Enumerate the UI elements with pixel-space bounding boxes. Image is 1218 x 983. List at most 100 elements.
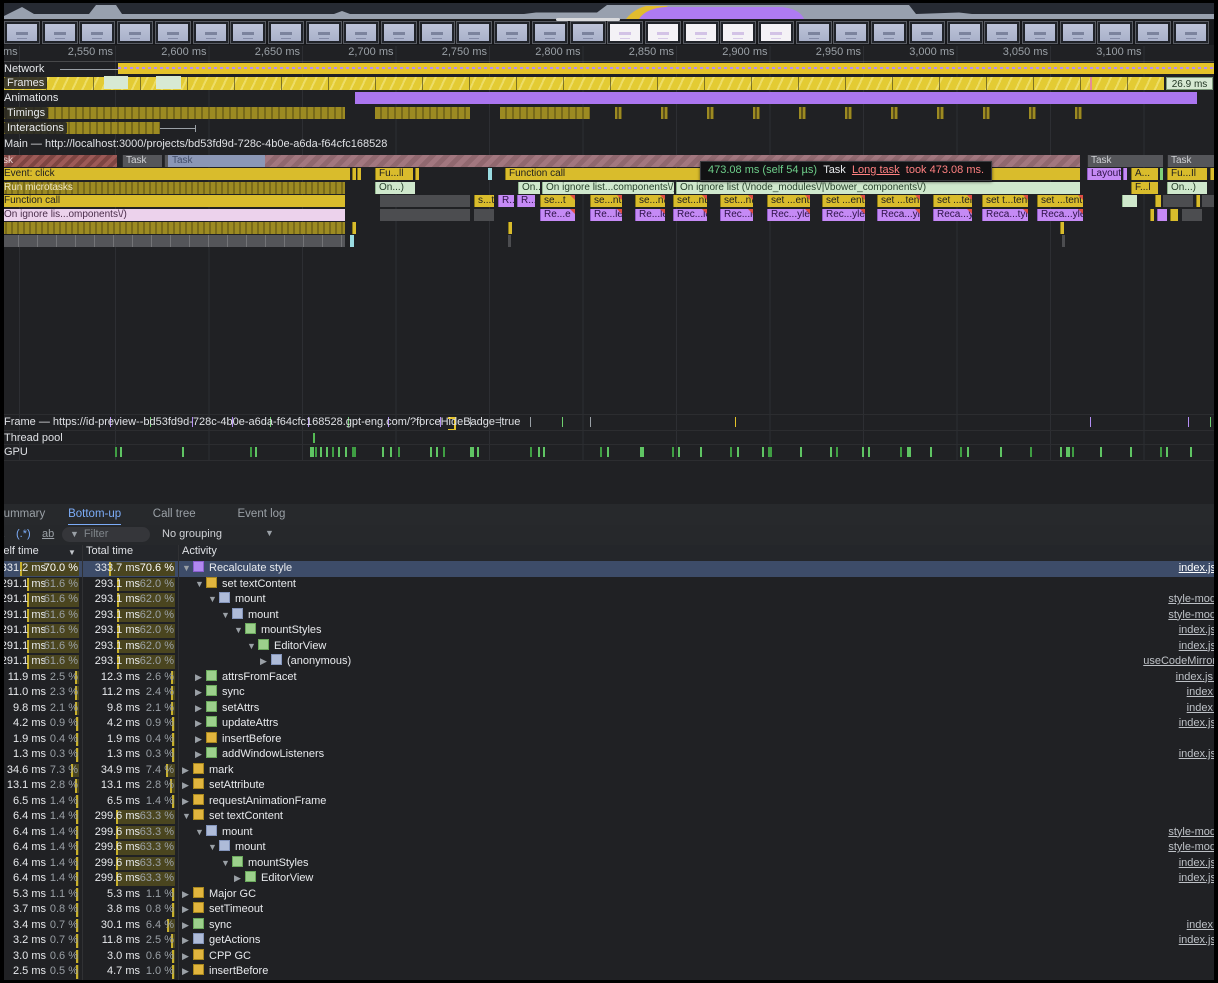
expand-arrow-icon[interactable]: ▼ (195, 825, 206, 841)
table-row[interactable]: 3.4 ms0.7 %30.1 ms6.4 %▶syncindex. (0, 918, 1218, 934)
flame-bar[interactable] (1182, 209, 1202, 221)
flame-bar[interactable] (0, 222, 345, 234)
chevron-down-icon[interactable]: ▼ (265, 528, 274, 538)
flame-bar-set-ent[interactable]: set ...ent (767, 195, 810, 207)
table-row[interactable]: 291.1 ms61.6 %293.1 ms62.0 %▼EditorViewi… (0, 639, 1218, 655)
source-link[interactable]: useCodeMirror (1143, 654, 1216, 670)
collapse-arrow-icon[interactable]: ▶ (182, 887, 193, 903)
table-row[interactable]: 11.9 ms2.5 %12.3 ms2.6 %▶attrsFromFaceti… (0, 670, 1218, 686)
flame-bar[interactable] (508, 222, 512, 234)
filter-input[interactable]: ▼Filter (62, 527, 150, 542)
flame-bar-se-t[interactable]: se...t (540, 195, 575, 207)
flame-bar-rec-yle[interactable]: Rec...yle (767, 209, 810, 221)
collapse-arrow-icon[interactable]: ▶ (182, 933, 193, 949)
flame-bar-on-[interactable]: On...) (375, 182, 415, 194)
table-row[interactable]: 9.8 ms2.1 %9.8 ms2.1 %▶setAttrsindex. (0, 701, 1218, 717)
collapse-arrow-icon[interactable]: ▶ (195, 701, 206, 717)
tab-bottom-up[interactable]: Bottom-up (68, 504, 121, 526)
grouping-select[interactable]: No grouping (162, 528, 222, 540)
source-link[interactable]: index. (1187, 701, 1216, 717)
flame-bar-reca-yle[interactable]: Reca...yle (877, 209, 920, 221)
source-link[interactable]: index.js (1179, 933, 1216, 949)
flame-bar[interactable] (1060, 222, 1064, 234)
table-row[interactable]: 6.4 ms1.4 %299.6 ms63.3 %▼mountStylesind… (0, 856, 1218, 872)
flame-bar[interactable] (352, 168, 356, 180)
flame-bar[interactable] (1196, 195, 1200, 207)
flame-bar-on-ignore-list-components-[interactable]: On ignore list...components\/) (542, 182, 674, 194)
expand-arrow-icon[interactable]: ▼ (247, 639, 258, 655)
collapse-arrow-icon[interactable]: ▶ (182, 964, 193, 980)
table-row[interactable]: 3.7 ms0.8 %3.8 ms0.8 %▶setTimeout (0, 902, 1218, 918)
collapse-arrow-icon[interactable]: ▶ (182, 763, 193, 779)
source-link[interactable]: index.js (1179, 623, 1216, 639)
flame-bar-set-t-tent[interactable]: set t...tent (982, 195, 1028, 207)
flame-bar[interactable] (350, 235, 354, 247)
flame-bar-rec-le[interactable]: Rec...le (673, 209, 707, 221)
column-self-time[interactable]: Self time (0, 545, 39, 557)
expand-arrow-icon[interactable]: ▼ (221, 856, 232, 872)
table-row[interactable]: 1.3 ms0.3 %1.3 ms0.3 %▶addWindowListener… (0, 747, 1218, 763)
source-link[interactable]: index.js (1179, 747, 1216, 763)
flame-bar-re-le[interactable]: Re...le (635, 209, 665, 221)
flame-bar[interactable] (1170, 209, 1178, 221)
frame-track[interactable]: Frame — https://id-preview--bd53fd9d-728… (0, 414, 1218, 429)
flame-bar-on-[interactable]: On...) (1167, 182, 1207, 194)
column-total-time[interactable]: Total time (86, 545, 133, 557)
table-row[interactable]: 6.5 ms1.4 %6.5 ms1.4 %▶requestAnimationF… (0, 794, 1218, 810)
flame-bar-s-t[interactable]: s...t (474, 195, 494, 207)
flame-bar[interactable] (1160, 168, 1163, 180)
expand-arrow-icon[interactable]: ▼ (208, 592, 219, 608)
flame-bar-set-nt[interactable]: set...nt (673, 195, 707, 207)
collapse-arrow-icon[interactable]: ▶ (195, 716, 206, 732)
flame-bar-rec-yle[interactable]: Rec...yle (822, 209, 865, 221)
flame-bar-sk[interactable]: sk (0, 155, 117, 167)
collapse-arrow-icon[interactable]: ▶ (260, 654, 271, 670)
expand-arrow-icon[interactable]: ▼ (221, 608, 232, 624)
regex-toggle-icon[interactable]: (.*) (16, 528, 31, 540)
whole-word-toggle-icon[interactable]: ab (42, 528, 54, 540)
flame-bar-se-nt[interactable]: se...nt (590, 195, 622, 207)
collapse-arrow-icon[interactable]: ▶ (182, 949, 193, 965)
table-row[interactable]: 13.1 ms2.8 %13.1 ms2.8 %▶setAttribute (0, 778, 1218, 794)
flame-bar-set-tent[interactable]: set ...tent (933, 195, 972, 207)
tab-call-tree[interactable]: Call tree (153, 504, 196, 524)
flame-bar[interactable] (0, 235, 345, 247)
flame-bar-on-ignore-lis-omponents-[interactable]: On ignore lis...omponents\/) (0, 209, 345, 221)
flame-bar-set-nt[interactable]: set...nt (720, 195, 753, 207)
flame-bar-f-l[interactable]: F...l (1131, 182, 1158, 194)
table-row[interactable]: 4.2 ms0.9 %4.2 ms0.9 %▶updateAttrsindex.… (0, 716, 1218, 732)
flame-bar[interactable] (488, 168, 492, 180)
source-link[interactable]: index.js (1179, 716, 1216, 732)
flame-bar-on-ignore-list-node-modules-bower-components-[interactable]: On ignore list (\/node_modules\/|\/bower… (676, 182, 1080, 194)
flame-bar-on-[interactable]: On...) (518, 182, 540, 194)
flame-bar-task[interactable]: Task (122, 155, 162, 167)
collapse-arrow-icon[interactable]: ▶ (195, 747, 206, 763)
collapse-arrow-icon[interactable]: ▶ (182, 794, 193, 810)
flame-bar-layout[interactable]: Layout (1087, 168, 1121, 180)
flame-bar-a-[interactable]: A... (1131, 168, 1158, 180)
flame-bar-se-nt[interactable]: se...nt (635, 195, 665, 207)
source-link[interactable]: style-mod (1168, 592, 1216, 608)
flame-bar-set-tent[interactable]: set ...tent (1037, 195, 1083, 207)
gpu-track[interactable]: GPU (0, 444, 1218, 461)
flame-bar-reca-yle[interactable]: Reca...yle (1037, 209, 1083, 221)
flame-bar[interactable] (1157, 209, 1167, 221)
collapse-arrow-icon[interactable]: ▶ (234, 871, 245, 887)
source-link[interactable]: index.js (1179, 639, 1216, 655)
flame-bar[interactable] (1123, 168, 1127, 180)
flame-bar-o-[interactable] (1122, 195, 1137, 207)
collapse-arrow-icon[interactable]: ▶ (182, 778, 193, 794)
source-link[interactable]: index. (1187, 918, 1216, 934)
flame-bar[interactable] (1062, 235, 1065, 247)
flame-bar[interactable] (1155, 195, 1161, 207)
table-row[interactable]: 6.4 ms1.4 %299.6 ms63.3 %▶EditorViewinde… (0, 871, 1218, 887)
expand-arrow-icon[interactable]: ▼ (182, 809, 193, 825)
table-row[interactable]: 331.2 ms70.0 %333.7 ms70.6 %▼Recalculate… (0, 561, 1218, 577)
table-row[interactable]: 6.4 ms1.4 %299.6 ms63.3 %▼mountstyle-mod (0, 825, 1218, 841)
flame-bar-re-e[interactable]: Re...e (540, 209, 575, 221)
table-row[interactable]: 5.3 ms1.1 %5.3 ms1.1 %▶Major GC (0, 887, 1218, 903)
flame-bar[interactable] (380, 195, 470, 207)
flame-bar[interactable] (1150, 209, 1154, 221)
flame-bar-function-call[interactable]: Function call (0, 195, 345, 207)
flame-bar-rec-le[interactable]: Rec...le (720, 209, 753, 221)
